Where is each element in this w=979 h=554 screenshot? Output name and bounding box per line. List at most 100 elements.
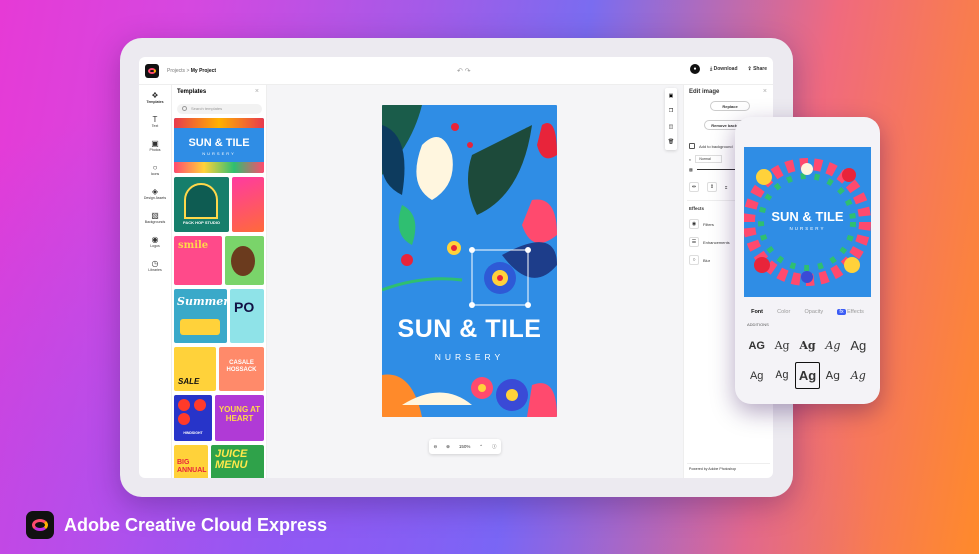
rail-item-templates[interactable]: ❖ Templates (139, 85, 171, 109)
zoom-level[interactable]: 150% (459, 444, 471, 449)
breadcrumb-current: My Project (190, 67, 217, 74)
libraries-icon: ◷ (151, 258, 159, 268)
rail-item-design-assets[interactable]: ◈ Design Assets (139, 181, 171, 205)
blend-mode-select[interactable]: Normal (695, 155, 722, 163)
poster-title[interactable]: SUN & TILE (382, 315, 557, 344)
layers-icon[interactable]: ◫ (669, 124, 674, 130)
share-button[interactable]: ⇪ Share (748, 66, 768, 72)
enhancements-item[interactable]: Enhancements (703, 240, 730, 245)
font-tile[interactable]: Ag (820, 362, 845, 389)
backgrounds-icon: ▧ (151, 210, 159, 220)
creative-cloud-express-logo-icon (26, 511, 54, 539)
panel-title: Templates (177, 89, 207, 95)
poster-canvas[interactable]: SUN & TILE NURSERY (382, 105, 557, 417)
template-thumb[interactable]: smile (174, 236, 222, 285)
zoom-out-icon[interactable]: ⊖ (433, 444, 437, 450)
template-thumb[interactable]: JUICE MENU (211, 445, 264, 478)
template-thumb[interactable]: YOUNG AT HEART (215, 395, 264, 441)
app-logo-icon[interactable] (145, 63, 159, 78)
template-thumb[interactable]: PO (230, 289, 264, 343)
thumb-title: Summer (177, 295, 227, 308)
rail-label: Photos (149, 147, 161, 152)
logos-icon: ◉ (151, 234, 159, 244)
rail-item-icons[interactable]: ○ Icons (139, 157, 171, 181)
flip-vertical-icon[interactable]: ⇕ (707, 182, 717, 192)
thumb-title: SALE (178, 377, 200, 386)
filters-item[interactable]: Filters (703, 222, 714, 227)
tab-opacity[interactable]: Opacity (805, 309, 824, 315)
chevron-up-icon[interactable]: ⌃ (479, 444, 483, 450)
add-background-label[interactable]: Add to background (699, 144, 733, 149)
add-background-icon (689, 143, 695, 149)
template-thumb[interactable]: SUN & TILE NURSERY (174, 118, 264, 173)
font-sample: Ag (825, 339, 841, 352)
search-placeholder: Search templates (191, 106, 223, 111)
font-tile[interactable]: AG (744, 332, 769, 359)
close-icon[interactable]: × (255, 88, 259, 95)
template-thumb[interactable] (225, 236, 264, 285)
close-icon[interactable]: × (763, 88, 767, 95)
breadcrumb-sep: > (186, 67, 190, 74)
template-thumb[interactable]: BIG ANNUAL (174, 445, 208, 478)
rail-item-logos[interactable]: ◉ Logos (139, 229, 171, 253)
zoom-in-icon[interactable]: ⊕ (446, 444, 450, 450)
canvas-toolbar: ▣ ❐ ◫ 🗑 (665, 88, 677, 150)
rail-label: Logos (150, 243, 160, 248)
rail-label: Text (151, 123, 159, 128)
enhancements-icon: ☰ (689, 237, 699, 247)
font-sample: Ag (775, 369, 789, 382)
font-tile-selected[interactable]: Ag (794, 362, 821, 389)
zoom-control: ⊖ ⊕ 150% ⌃ ⓘ (429, 439, 501, 454)
brand-lockup: Adobe Creative Cloud Express (26, 511, 327, 539)
brand-name: Adobe Creative Cloud Express (64, 514, 328, 535)
flip-horizontal-icon[interactable]: ⇹ (689, 182, 699, 192)
rail-item-photos[interactable]: ▣ Photos (139, 133, 171, 157)
duplicate-icon[interactable]: ❐ (669, 108, 673, 114)
template-thumb[interactable]: SALE (174, 347, 216, 391)
template-thumb[interactable]: PACK HOP STUDIO (174, 177, 229, 232)
font-tile[interactable]: Ag (769, 362, 794, 389)
tab-font[interactable]: Font (751, 309, 763, 315)
rail-item-backgrounds[interactable]: ▧ Backgrounds (139, 205, 171, 229)
search-input[interactable]: Search templates (177, 104, 262, 114)
tab-effects[interactable]: fx Effects (837, 309, 864, 315)
font-sample: Ag (825, 369, 841, 382)
phone-poster[interactable]: SUN & TILE NURSERY (744, 147, 871, 297)
share-label: Share (753, 66, 767, 72)
help-icon[interactable]: ⓘ (492, 444, 497, 450)
download-button[interactable]: ⤓ Download (710, 66, 738, 72)
icons-icon: ○ (152, 162, 158, 172)
thumb-title: CASALE HOSSACK (226, 360, 257, 373)
font-tile[interactable]: Ag (820, 332, 845, 359)
font-tile[interactable]: Ag (846, 332, 871, 359)
thumb-title: PACK HOP STUDIO (183, 220, 220, 225)
font-sample: Ag (798, 368, 817, 383)
tab-color[interactable]: Color (777, 309, 790, 315)
design-assets-icon: ◈ (151, 186, 159, 196)
undo-redo-icon[interactable]: ↶ ↷ (457, 67, 471, 75)
blend-icon: ◐ (689, 156, 692, 162)
template-thumb[interactable]: HINDSIGHT (174, 395, 212, 441)
avatar[interactable]: ● (690, 64, 700, 74)
thumb-title: BIG ANNUAL (177, 459, 207, 474)
font-sample: Ag (774, 339, 790, 352)
crop-icon[interactable]: ⌗ (725, 185, 727, 190)
font-tile[interactable]: Ag (769, 332, 794, 359)
poster-subtitle[interactable]: NURSERY (382, 352, 557, 362)
font-tile[interactable]: Ag (744, 362, 769, 389)
template-thumb[interactable]: Summer (174, 289, 227, 343)
blur-icon: ○ (689, 255, 699, 265)
delete-icon[interactable]: 🗑 (668, 139, 674, 145)
phone-tabs: Font Color Opacity fx Effects (744, 309, 871, 315)
font-tile[interactable]: Ag (846, 362, 871, 389)
breadcrumb-root[interactable]: Projects (167, 68, 185, 74)
rail-item-libraries[interactable]: ◷ Libraries (139, 253, 171, 277)
replace-button[interactable]: Replace (710, 101, 750, 111)
rail-item-text[interactable]: T Text (139, 109, 171, 133)
image-icon[interactable]: ▣ (669, 93, 674, 99)
template-thumb[interactable] (232, 177, 264, 232)
blur-item[interactable]: Blur (703, 258, 710, 263)
rail-label: Libraries (148, 267, 162, 272)
template-thumb[interactable]: CASALE HOSSACK (219, 347, 264, 391)
font-tile[interactable]: Ag (795, 332, 820, 359)
